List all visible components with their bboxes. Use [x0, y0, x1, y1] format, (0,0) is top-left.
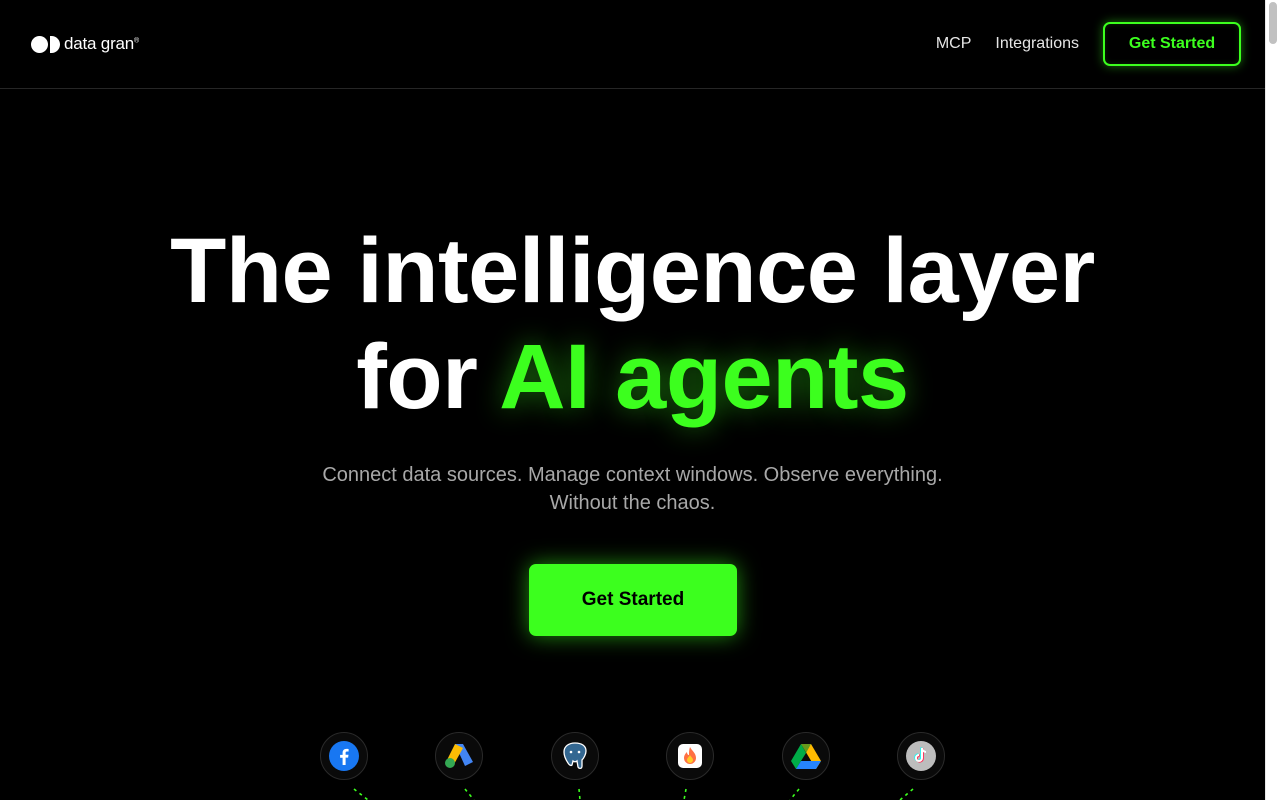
site-header: data gran® MCP Integrations Get Started — [0, 0, 1265, 89]
postgresql-icon — [551, 732, 599, 780]
hero-title-accent: AI agents — [499, 326, 909, 428]
google-drive-icon — [782, 732, 830, 780]
top-nav: MCP Integrations Get Started — [936, 22, 1241, 66]
header-get-started-button[interactable]: Get Started — [1103, 22, 1241, 66]
scrollbar-thumb[interactable] — [1269, 2, 1277, 44]
hero-title: The intelligence layer for AI agents — [0, 218, 1265, 430]
hero-subtitle: Connect data sources. Manage context win… — [0, 461, 1265, 517]
nav-link-mcp[interactable]: MCP — [936, 35, 972, 53]
logo[interactable]: data gran® — [31, 34, 139, 54]
page: data gran® MCP Integrations Get Started … — [0, 0, 1280, 800]
hero-subtitle-line2: Without the chaos. — [549, 492, 716, 514]
facebook-icon — [320, 732, 368, 780]
logo-mark-icon — [31, 35, 64, 53]
firebase-icon — [666, 732, 714, 780]
hero-title-line1: The intelligence layer — [170, 220, 1095, 322]
nav-link-integrations[interactable]: Integrations — [995, 35, 1079, 53]
hero-get-started-button[interactable]: Get Started — [529, 564, 737, 636]
hero-subtitle-line1: Connect data sources. Manage context win… — [322, 464, 943, 486]
hero-title-prefix: for — [356, 326, 500, 428]
google-ads-icon — [435, 732, 483, 780]
tiktok-icon — [897, 732, 945, 780]
page-scrollbar[interactable] — [1265, 0, 1280, 800]
connector-lines — [353, 788, 914, 800]
logo-text: data gran® — [64, 34, 140, 53]
